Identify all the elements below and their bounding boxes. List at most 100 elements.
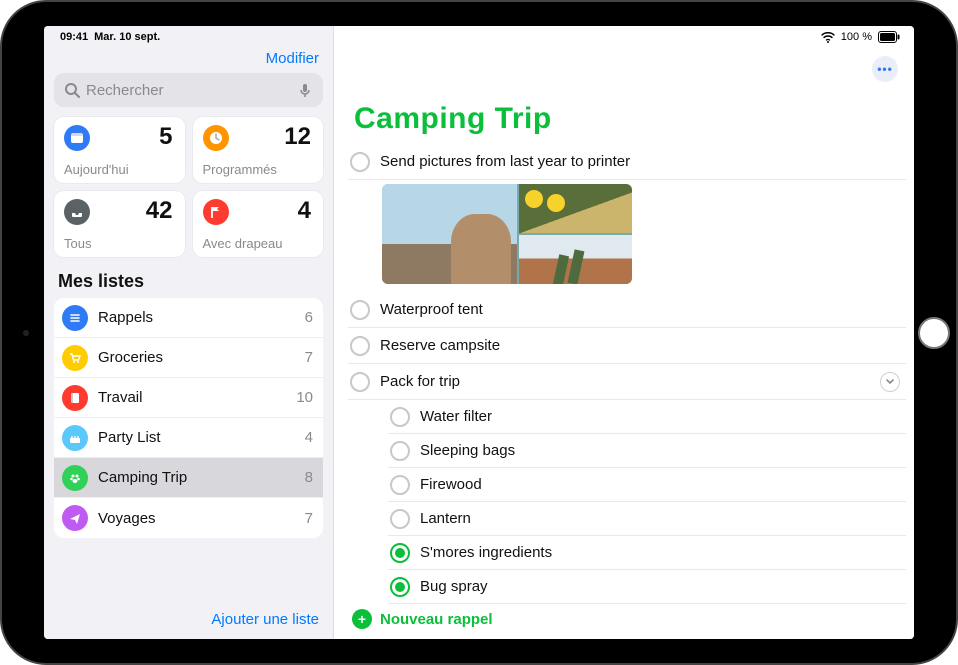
smart-label: Programmés xyxy=(203,162,277,177)
checkbox[interactable] xyxy=(390,407,410,427)
reminder-text: Bug spray xyxy=(420,578,900,595)
list-count: 4 xyxy=(305,429,313,446)
search-placeholder: Rechercher xyxy=(86,82,291,99)
list-name: Rappels xyxy=(98,309,295,326)
list-count: 7 xyxy=(305,510,313,527)
reminder-text: Reserve campsite xyxy=(380,337,900,354)
wifi-icon xyxy=(821,30,835,44)
sidebar-footer: Ajouter une liste xyxy=(211,611,319,629)
reminder-subitem[interactable]: Water filter xyxy=(388,400,906,434)
smart-count: 4 xyxy=(298,197,311,225)
chevron-down-icon[interactable] xyxy=(880,372,900,392)
list-icon xyxy=(62,425,88,451)
edit-row: Modifier xyxy=(44,46,333,73)
reminder-text: Water filter xyxy=(420,408,900,425)
more-button[interactable]: ••• xyxy=(872,56,898,82)
edit-button[interactable]: Modifier xyxy=(266,50,319,67)
reminder-item[interactable]: Waterproof tent xyxy=(348,292,906,328)
clock-icon xyxy=(203,125,229,151)
checkbox[interactable] xyxy=(390,543,410,563)
search-input[interactable]: Rechercher xyxy=(54,73,323,107)
checkbox[interactable] xyxy=(390,509,410,529)
reminder-item[interactable]: Send pictures from last year to printer xyxy=(348,144,906,180)
reminder-item[interactable]: Reserve campsite xyxy=(348,328,906,364)
list-row[interactable]: Party List 4 xyxy=(54,418,323,458)
smart-count: 5 xyxy=(159,123,172,151)
list-row[interactable]: Voyages 7 xyxy=(54,498,323,538)
checkbox[interactable] xyxy=(350,336,370,356)
add-list-button[interactable]: Ajouter une liste xyxy=(211,611,319,628)
list-name: Voyages xyxy=(98,510,295,527)
list-title: Camping Trip xyxy=(334,82,914,142)
reminder-subitem[interactable]: Sleeping bags xyxy=(388,434,906,468)
search-icon xyxy=(64,82,80,98)
reminder-text: Send pictures from last year to printer xyxy=(380,153,900,170)
checkbox[interactable] xyxy=(350,372,370,392)
checkbox[interactable] xyxy=(390,475,410,495)
reminder-subitem[interactable]: Firewood xyxy=(388,468,906,502)
list-row[interactable]: Camping Trip 8 xyxy=(54,458,323,498)
battery-icon xyxy=(878,31,900,43)
tray-icon xyxy=(64,199,90,225)
list-name: Camping Trip xyxy=(98,469,295,486)
new-reminder-button[interactable]: + Nouveau rappel xyxy=(352,609,493,629)
status-bar-left: 09:41 Mar. 10 sept. xyxy=(44,26,333,46)
subitems: Water filter Sleeping bags Firewood Lantern… xyxy=(388,400,906,604)
home-button[interactable] xyxy=(918,317,950,349)
list-row[interactable]: Groceries 7 xyxy=(54,338,323,378)
attachment-thumbnails[interactable] xyxy=(382,184,632,284)
thumb[interactable] xyxy=(382,184,517,284)
smart-card-today[interactable]: 5 Aujourd'hui xyxy=(54,117,185,183)
list-count: 6 xyxy=(305,309,313,326)
calendar-icon xyxy=(64,125,90,151)
checkbox[interactable] xyxy=(350,152,370,172)
reminder-text: Firewood xyxy=(420,476,900,493)
smart-count: 42 xyxy=(146,197,173,225)
list-name: Groceries xyxy=(98,349,295,366)
reminder-text: Lantern xyxy=(420,510,900,527)
smart-label: Tous xyxy=(64,236,91,251)
list-icon xyxy=(62,505,88,531)
reminder-subitem[interactable]: Bug spray xyxy=(388,570,906,604)
reminder-item[interactable]: Pack for trip xyxy=(348,364,906,400)
battery-label: 100 % xyxy=(841,31,872,43)
smart-label: Avec drapeau xyxy=(203,236,283,251)
device-frame: 09:41 Mar. 10 sept. Modifier Rechercher xyxy=(0,0,958,665)
smart-card-all[interactable]: 42 Tous xyxy=(54,191,185,257)
screen: 09:41 Mar. 10 sept. Modifier Rechercher xyxy=(44,26,914,639)
reminder-text: Pack for trip xyxy=(380,373,870,390)
smart-cards: 5 Aujourd'hui 12 Programmés 42 Tous xyxy=(44,117,333,257)
reminder-items: Send pictures from last year to printer W… xyxy=(334,142,914,604)
list-count: 8 xyxy=(305,469,313,486)
smart-count: 12 xyxy=(284,123,311,151)
checkbox[interactable] xyxy=(390,577,410,597)
checkbox[interactable] xyxy=(350,300,370,320)
smart-card-scheduled[interactable]: 12 Programmés xyxy=(193,117,324,183)
plus-icon: + xyxy=(352,609,372,629)
list-count: 7 xyxy=(305,349,313,366)
list-icon xyxy=(62,465,88,491)
checkbox[interactable] xyxy=(390,441,410,461)
new-reminder-label: Nouveau rappel xyxy=(380,611,493,628)
list-name: Travail xyxy=(98,389,286,406)
mic-icon[interactable] xyxy=(297,82,313,98)
reminder-subitem[interactable]: Lantern xyxy=(388,502,906,536)
reminder-text: Waterproof tent xyxy=(380,301,900,318)
status-date: Mar. 10 sept. xyxy=(94,31,160,43)
list-row[interactable]: Rappels 6 xyxy=(54,298,323,338)
smart-label: Aujourd'hui xyxy=(64,162,129,177)
list-name: Party List xyxy=(98,429,295,446)
list-icon xyxy=(62,345,88,371)
flag-icon xyxy=(203,199,229,225)
smart-card-flagged[interactable]: 4 Avec drapeau xyxy=(193,191,324,257)
list-icon xyxy=(62,385,88,411)
camera-dot xyxy=(23,330,29,336)
thumb[interactable] xyxy=(519,235,632,284)
reminder-subitem[interactable]: S'mores ingredients xyxy=(388,536,906,570)
list-row[interactable]: Travail 10 xyxy=(54,378,323,418)
thumb[interactable] xyxy=(519,184,632,233)
my-lists: Rappels 6 Groceries 7 Travail 10 Party List 4 Ca… xyxy=(54,298,323,538)
sidebar: 09:41 Mar. 10 sept. Modifier Rechercher xyxy=(44,26,334,639)
status-time: 09:41 xyxy=(60,31,88,43)
list-count: 10 xyxy=(296,389,313,406)
